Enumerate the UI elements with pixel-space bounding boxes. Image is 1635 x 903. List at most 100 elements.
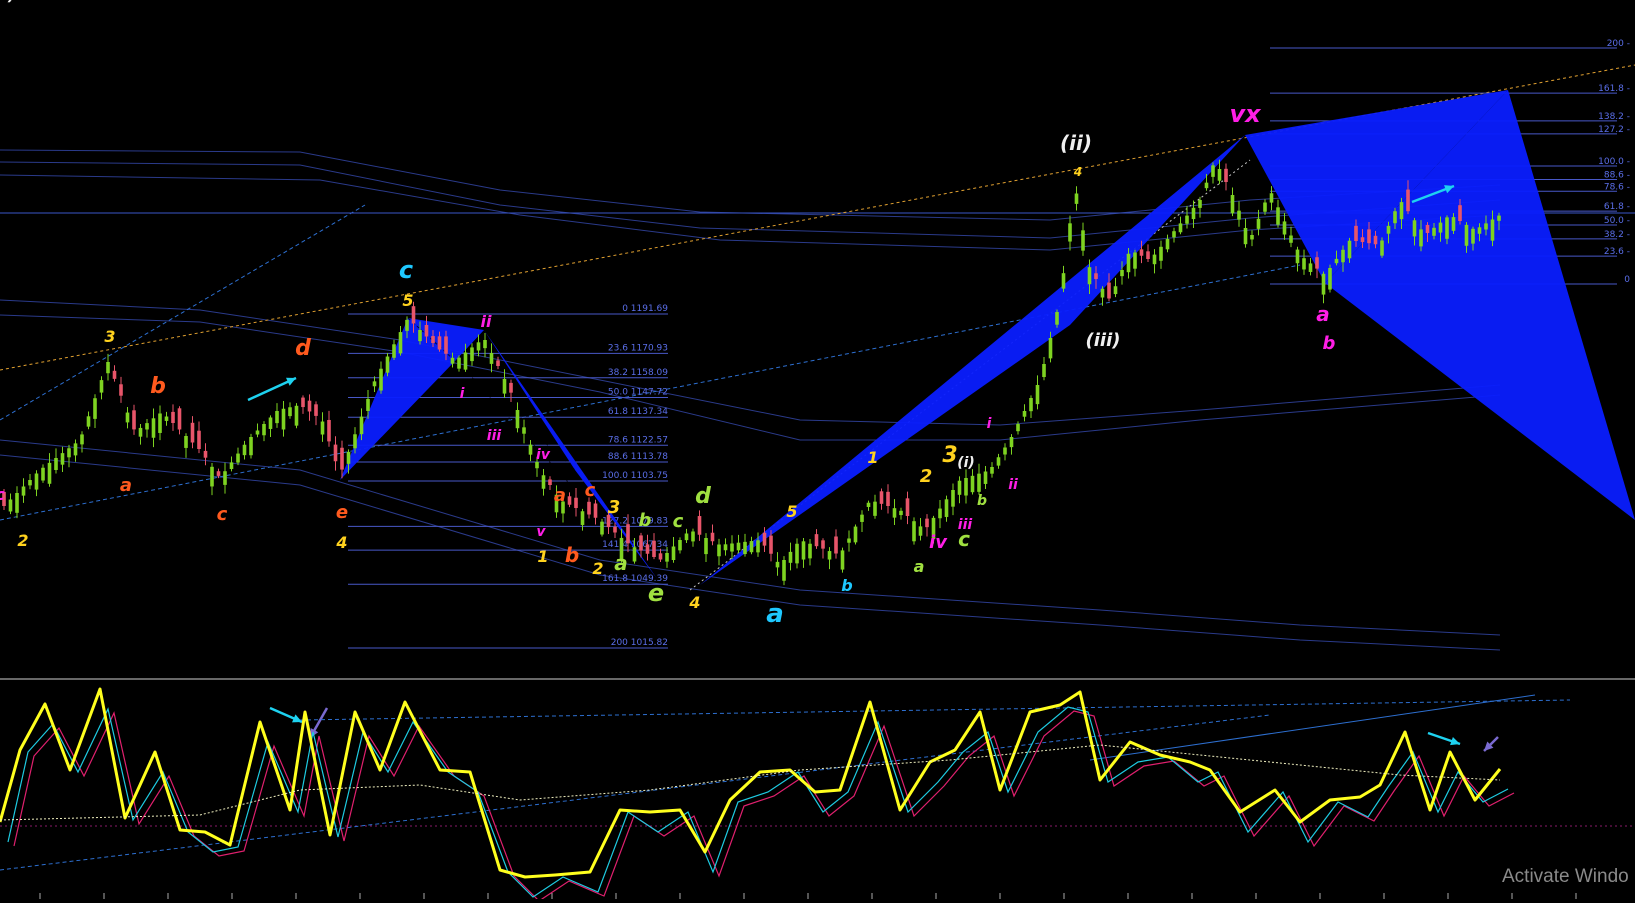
candle-body [28,480,32,486]
candle-body [580,511,585,525]
wave-label: d [295,336,311,361]
wave-label: 3 [104,327,115,346]
candle-body [834,536,838,554]
candle-body [86,416,91,427]
candle-body [626,524,630,544]
candle-body [528,444,533,455]
candle-body [821,540,825,549]
candle-body [1295,249,1300,264]
candle-body [827,551,832,560]
candle-body [1360,237,1365,243]
wave-label: a [120,475,132,496]
wave-label: v [536,524,546,540]
candle-body [229,462,234,470]
candle-body [567,496,572,505]
candle-body [463,352,468,370]
candle-body [1146,251,1150,259]
candle-body [866,502,871,508]
wave-label: i [987,416,992,432]
candle-body [1211,165,1215,177]
candle-body [977,473,981,492]
candle-body [1328,268,1332,290]
candle-body [1107,282,1111,299]
candle-body [704,538,708,555]
candle-body [145,423,149,430]
candle-body [366,399,370,411]
candle-body [359,416,364,435]
candle-body [236,453,240,463]
candle-body [1016,424,1020,432]
candle-body [1087,267,1092,285]
candle-body [795,543,799,564]
candle-body [158,413,162,433]
candle-body [983,471,988,484]
wave-label: c [217,504,228,525]
fib-level-label: 23.6 1170.93 [608,343,668,353]
candle-body [808,543,812,559]
candle-body [645,544,650,554]
candle-body [1425,224,1430,233]
candle-body [15,493,19,513]
candle-body [262,424,266,436]
candle-body [1347,240,1352,259]
candle-body [1159,246,1163,261]
fib-level-label: 78.6 1122.57 [608,435,668,445]
candle-body [743,541,747,555]
candle-body [840,550,845,570]
candle-body [736,542,741,551]
candle-body [1237,210,1241,220]
candle-body [470,347,474,362]
candle-body [385,356,390,373]
candle-body [301,397,305,408]
candle-body [944,499,949,517]
candle-body [1074,193,1079,204]
candle-body [749,541,754,553]
wave-label: a [914,557,925,576]
candle-body [1263,202,1267,212]
candle-body [431,336,435,343]
candle-body [1477,227,1482,234]
candle-body [1484,223,1488,230]
wave-label: b [150,374,166,399]
candle-body [106,362,110,374]
candle-body [1373,235,1378,245]
candle-body [21,486,26,496]
candle-body [1191,207,1196,220]
candle-body [1094,273,1098,279]
candle-body [1217,169,1222,181]
candle-body [801,541,806,560]
candle-body [1022,411,1027,417]
candle-body [67,448,71,458]
wave-label: a [1316,302,1330,326]
wave-label: i [460,386,465,402]
candle-body [873,501,877,516]
fib-level-label: 100.0 1103.75 [602,471,668,481]
candle-body [372,381,377,387]
candle-body [697,516,702,535]
fib-level-label: 38.2 - [1604,230,1630,240]
candle-body [710,532,715,542]
candle-body [990,467,994,474]
wave-label: 4 [1073,165,1082,179]
candle-body [1497,215,1501,221]
fib-level-label: 78.6 - [1604,182,1630,192]
candle-body [1432,227,1436,236]
candle-body [1321,273,1326,295]
fib-level-label: 88.6 1113.78 [608,452,668,462]
fib-level-label: 161.8 - [1598,84,1630,94]
wave-label: b [565,543,579,567]
candle-body [496,360,500,366]
candle-body [1230,195,1235,214]
candle-body [1204,182,1209,189]
candle-body [450,357,455,364]
candle-body [255,430,260,435]
wave-label: iv [536,447,551,463]
candle-body [1393,211,1397,224]
fib-level-label: 23.6 - [1604,247,1630,257]
candle-body [678,540,682,551]
fib-level-label: 88.6 - [1604,170,1630,180]
wave-label: 4 [688,593,700,612]
candle-body [1302,258,1306,270]
fib-level-label: 50.0 1147.72 [608,388,668,398]
candle-body [1315,257,1319,269]
